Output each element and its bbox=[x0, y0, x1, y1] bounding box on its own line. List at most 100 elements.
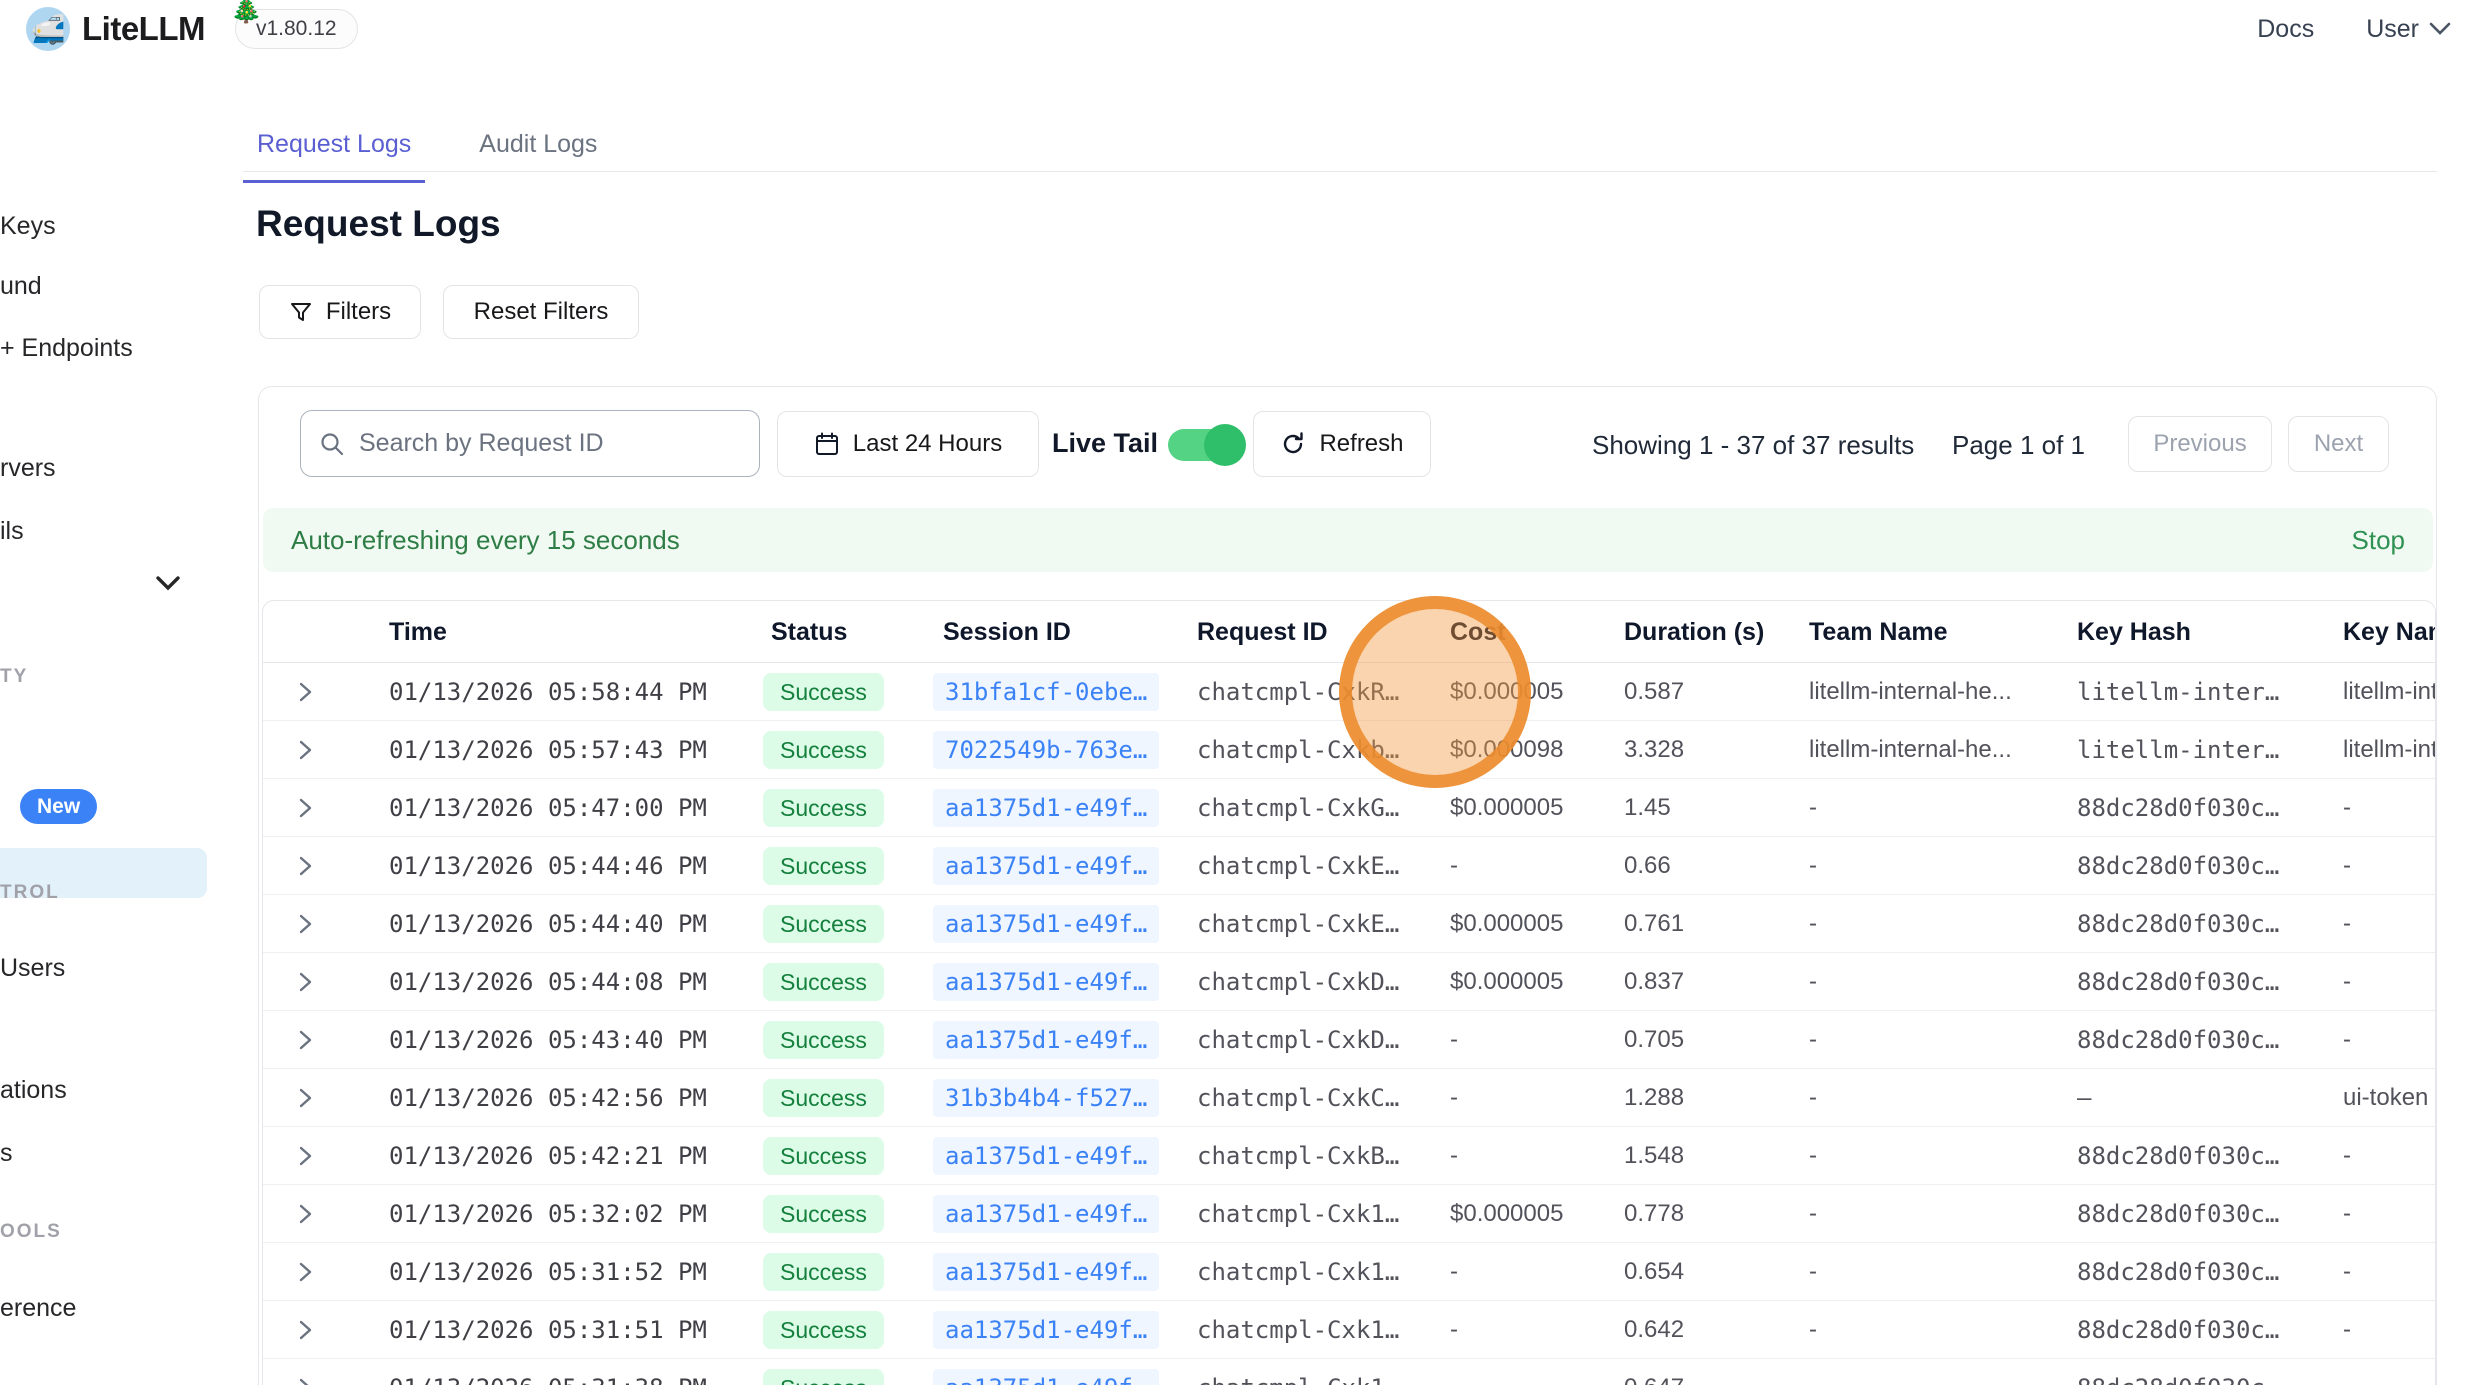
cell-time: 01/13/2026 05:42:56 PM bbox=[389, 1084, 707, 1112]
cell-key-name: litellm-internal bbox=[2343, 736, 2436, 764]
status-badge: Success bbox=[763, 673, 884, 711]
sidebar-collapse-chevron-icon[interactable] bbox=[156, 576, 180, 591]
live-tail-toggle[interactable] bbox=[1168, 429, 1242, 461]
cell-time: 01/13/2026 05:44:08 PM bbox=[389, 968, 707, 996]
cell-key-hash: 88dc28d0f030c… bbox=[2077, 1200, 2279, 1228]
cell-cost: - bbox=[1450, 1084, 1458, 1112]
sidebar-item-playground[interactable]: und bbox=[0, 272, 42, 301]
session-id-link[interactable]: aa1375d1-e49f… bbox=[933, 1253, 1159, 1291]
session-id-link[interactable]: aa1375d1-e49f… bbox=[933, 905, 1159, 943]
table-row: 01/13/2026 05:44:40 PMSuccessaa1375d1-e4… bbox=[263, 895, 2435, 953]
sidebar-item-keys[interactable]: Keys bbox=[0, 212, 56, 241]
session-id-link[interactable]: aa1375d1-e49f… bbox=[933, 847, 1159, 885]
expand-row-icon[interactable] bbox=[295, 1318, 315, 1342]
status-badge: Success bbox=[763, 1311, 884, 1349]
cell-time: 01/13/2026 05:47:00 PM bbox=[389, 794, 707, 822]
cell-team-name: - bbox=[1809, 1316, 1817, 1344]
reset-filters-button[interactable]: Reset Filters bbox=[443, 285, 639, 339]
cell-cost: $0.000005 bbox=[1450, 794, 1563, 822]
search-icon bbox=[319, 431, 345, 457]
session-id-link[interactable]: aa1375d1-e49f… bbox=[933, 1311, 1159, 1349]
user-menu[interactable]: User bbox=[2366, 15, 2451, 44]
status-badge: Success bbox=[763, 1253, 884, 1291]
cell-time: 01/13/2026 05:31:51 PM bbox=[389, 1316, 707, 1344]
auto-refresh-message: Auto-refreshing every 15 seconds bbox=[291, 525, 680, 556]
previous-page-button[interactable]: Previous bbox=[2128, 416, 2272, 472]
sidebar-item-teams[interactable]: s bbox=[0, 1139, 13, 1168]
table-row: 01/13/2026 05:47:00 PM Success aa1375d1-e4… bbox=[263, 779, 2435, 837]
cell-request-id: chatcmpl-CxkE… bbox=[1197, 852, 1399, 880]
cell-key-name: - bbox=[2343, 1142, 2351, 1170]
request-logs-table: Time Status Session ID Request ID Cost D… bbox=[262, 600, 2436, 1385]
date-range-button[interactable]: Last 24 Hours bbox=[777, 411, 1039, 477]
expand-row-icon[interactable] bbox=[295, 680, 315, 704]
search-request-id-box[interactable] bbox=[300, 410, 760, 477]
cell-key-hash: 88dc28d0f030c… bbox=[2077, 1026, 2279, 1054]
col-header-duration: Duration (s) bbox=[1624, 618, 1764, 647]
session-id-link[interactable]: 31b3b4b4-f527… bbox=[933, 1079, 1159, 1117]
session-id-link[interactable]: aa1375d1-e49f… bbox=[933, 1369, 1159, 1385]
session-id-link[interactable]: aa1375d1-e49f… bbox=[933, 1021, 1159, 1059]
cell-duration: 1.548 bbox=[1624, 1142, 1684, 1170]
cell-cost: $0.000005 bbox=[1450, 910, 1563, 938]
sidebar-section-tools: OOLS bbox=[0, 1221, 62, 1243]
cell-key-hash: 88dc28d0f030c… bbox=[2077, 1258, 2279, 1286]
cell-time: 01/13/2026 05:44:40 PM bbox=[389, 910, 707, 938]
expand-row-icon[interactable] bbox=[295, 1028, 315, 1052]
version-badge: 🎄 v1.80.12 bbox=[235, 9, 358, 49]
tab-request-logs[interactable]: Request Logs bbox=[243, 130, 425, 183]
cell-key-name: ui-token bbox=[2343, 1084, 2428, 1112]
session-id-link[interactable]: aa1375d1-e49f… bbox=[933, 1195, 1159, 1233]
expand-row-icon[interactable] bbox=[295, 1202, 315, 1226]
sidebar-section-observability: TY bbox=[0, 666, 28, 688]
cell-duration: 3.328 bbox=[1624, 736, 1684, 764]
refresh-button[interactable]: Refresh bbox=[1253, 411, 1431, 477]
expand-row-icon[interactable] bbox=[295, 970, 315, 994]
cell-cost: - bbox=[1450, 1142, 1458, 1170]
session-id-link[interactable]: 31bfa1cf-0ebe… bbox=[933, 673, 1159, 711]
col-header-key-hash: Key Hash bbox=[2077, 618, 2191, 647]
expand-row-icon[interactable] bbox=[295, 1260, 315, 1284]
cell-key-hash: 88dc28d0f030c… bbox=[2077, 852, 2279, 880]
session-id-link[interactable]: aa1375d1-e49f… bbox=[933, 789, 1159, 827]
cell-team-name: - bbox=[1809, 1142, 1817, 1170]
expand-row-icon[interactable] bbox=[295, 1144, 315, 1168]
cell-key-name: - bbox=[2343, 910, 2351, 938]
table-row: 01/13/2026 05:43:40 PMSuccessaa1375d1-e4… bbox=[263, 1011, 2435, 1069]
filters-button[interactable]: Filters bbox=[259, 285, 421, 339]
cell-team-name: - bbox=[1809, 852, 1817, 880]
stop-auto-refresh-button[interactable]: Stop bbox=[2352, 525, 2406, 556]
next-page-button[interactable]: Next bbox=[2288, 416, 2389, 472]
cell-key-name: - bbox=[2343, 1258, 2351, 1286]
expand-row-icon[interactable] bbox=[295, 854, 315, 878]
sidebar-item-internal-users[interactable]: Users bbox=[0, 954, 65, 983]
tab-audit-logs[interactable]: Audit Logs bbox=[465, 130, 611, 183]
sidebar-item-api-reference[interactable]: erence bbox=[0, 1294, 76, 1323]
cell-key-name: - bbox=[2343, 968, 2351, 996]
sidebar-section-access-control: TROL bbox=[0, 882, 60, 904]
status-badge: Success bbox=[763, 789, 884, 827]
top-bar: 🚅 LiteLLM 🎄 v1.80.12 Docs User bbox=[0, 0, 2477, 58]
sidebar-item-servers[interactable]: rvers bbox=[0, 454, 56, 483]
expand-row-icon[interactable] bbox=[295, 796, 315, 820]
sidebar-item-models-endpoints[interactable]: + Endpoints bbox=[0, 334, 133, 363]
status-badge: Success bbox=[763, 1137, 884, 1175]
calendar-icon bbox=[814, 431, 840, 457]
cell-time: 01/13/2026 05:44:46 PM bbox=[389, 852, 707, 880]
status-badge: Success bbox=[763, 1021, 884, 1059]
session-id-link[interactable]: 7022549b-763e… bbox=[933, 731, 1159, 769]
session-id-link[interactable]: aa1375d1-e49f… bbox=[933, 963, 1159, 1001]
table-row: 01/13/2026 05:44:08 PMSuccessaa1375d1-e4… bbox=[263, 953, 2435, 1011]
search-request-id-input[interactable] bbox=[359, 429, 741, 458]
docs-link[interactable]: Docs bbox=[2257, 15, 2314, 44]
expand-row-icon[interactable] bbox=[295, 1376, 315, 1385]
cell-duration: 0.761 bbox=[1624, 910, 1684, 938]
sidebar-item-organizations[interactable]: ations bbox=[0, 1076, 67, 1105]
session-id-link[interactable]: aa1375d1-e49f… bbox=[933, 1137, 1159, 1175]
cell-key-hash: 88dc28d0f030c… bbox=[2077, 1142, 2279, 1170]
expand-row-icon[interactable] bbox=[295, 738, 315, 762]
expand-row-icon[interactable] bbox=[295, 1086, 315, 1110]
sidebar-item-guardrails[interactable]: ils bbox=[0, 517, 24, 546]
col-header-request: Request ID bbox=[1197, 618, 1328, 647]
expand-row-icon[interactable] bbox=[295, 912, 315, 936]
